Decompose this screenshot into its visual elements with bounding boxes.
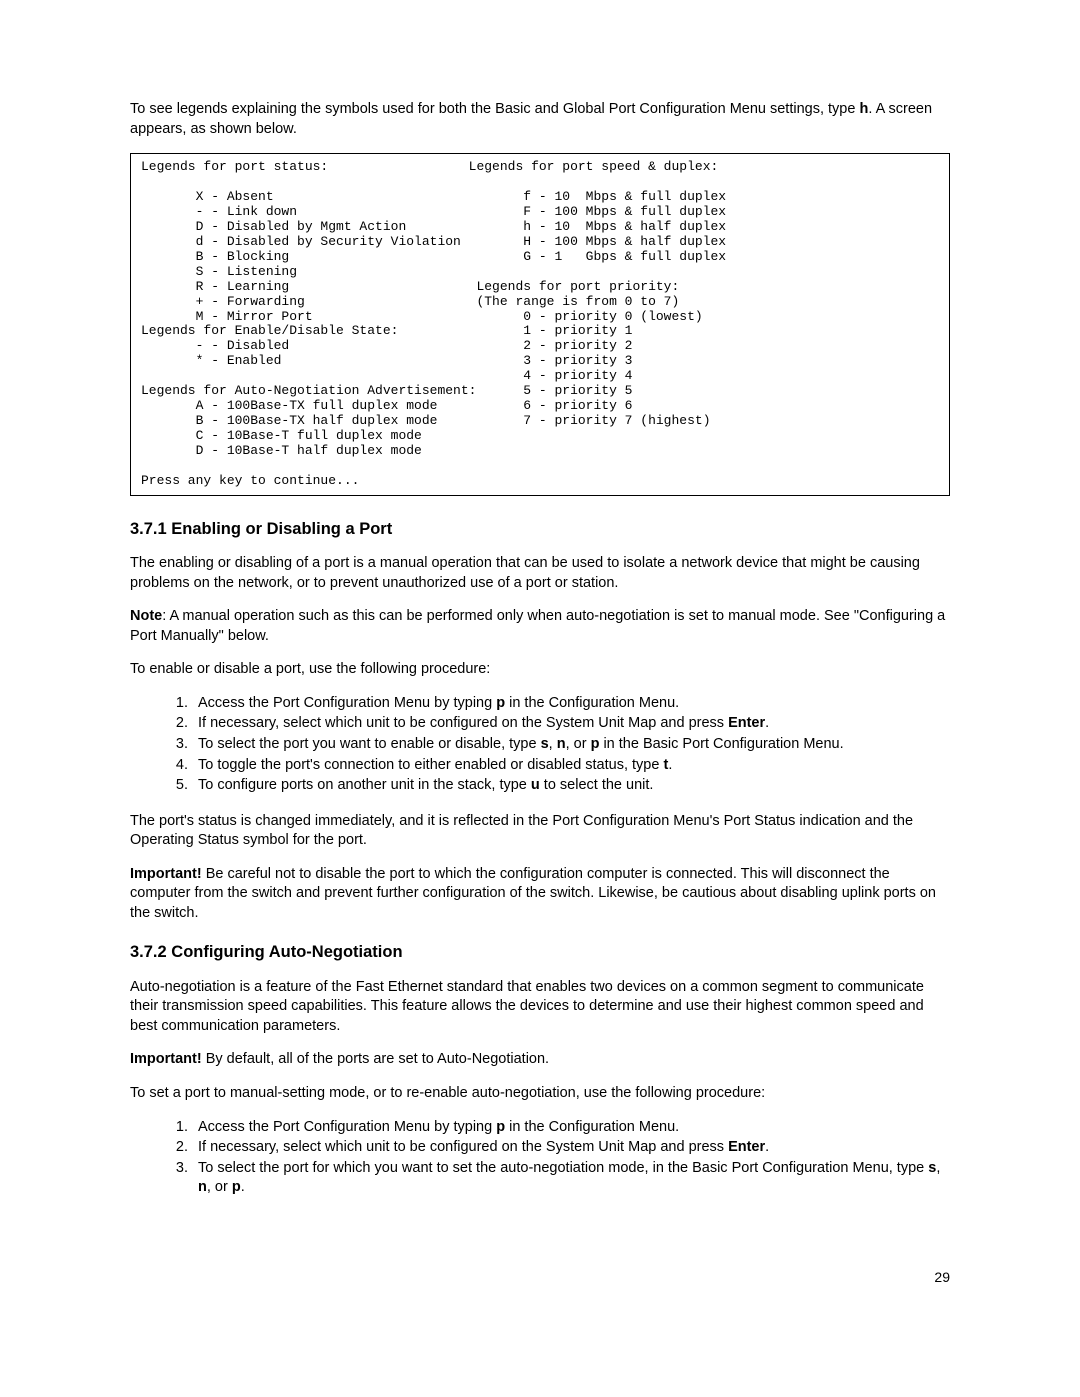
page-number: 29 bbox=[130, 1268, 950, 1287]
text: . bbox=[241, 1179, 245, 1195]
key: p bbox=[496, 1119, 505, 1135]
text: , or bbox=[566, 736, 591, 752]
list-item: If necessary, select which unit to be co… bbox=[192, 1138, 950, 1158]
text: To select the port you want to enable or… bbox=[198, 736, 541, 752]
text: If necessary, select which unit to be co… bbox=[198, 715, 728, 731]
procedure-list: Access the Port Configuration Menu by ty… bbox=[130, 694, 950, 796]
text: to select the unit. bbox=[540, 777, 654, 793]
key: p bbox=[232, 1179, 241, 1195]
body-text: To set a port to manual-setting mode, or… bbox=[130, 1084, 950, 1104]
text: To see legends explaining the symbols us… bbox=[130, 101, 859, 117]
list-item: Access the Port Configuration Menu by ty… bbox=[192, 1118, 950, 1138]
list-item: To toggle the port's connection to eithe… bbox=[192, 756, 950, 776]
list-item: To select the port for which you want to… bbox=[192, 1159, 950, 1198]
body-text: Auto-negotiation is a feature of the Fas… bbox=[130, 978, 950, 1037]
key: Enter bbox=[728, 1139, 765, 1155]
list-item: To select the port you want to enable or… bbox=[192, 735, 950, 755]
important-paragraph: Important! Be careful not to disable the… bbox=[130, 865, 950, 924]
text: By default, all of the ports are set to … bbox=[202, 1051, 549, 1067]
body-text: The enabling or disabling of a port is a… bbox=[130, 554, 950, 593]
text: Be careful not to disable the port to wh… bbox=[130, 866, 936, 921]
text: . bbox=[765, 1139, 769, 1155]
key: u bbox=[531, 777, 540, 793]
key: p bbox=[496, 695, 505, 711]
key-h: h bbox=[859, 101, 868, 117]
text: . bbox=[668, 757, 672, 773]
text: . bbox=[765, 715, 769, 731]
list-item: To configure ports on another unit in th… bbox=[192, 776, 950, 796]
text: in the Configuration Menu. bbox=[505, 695, 679, 711]
text: , or bbox=[207, 1179, 232, 1195]
key: s bbox=[541, 736, 549, 752]
important-paragraph: Important! By default, all of the ports … bbox=[130, 1050, 950, 1070]
list-item: If necessary, select which unit to be co… bbox=[192, 714, 950, 734]
text: in the Basic Port Configuration Menu. bbox=[599, 736, 843, 752]
text: Access the Port Configuration Menu by ty… bbox=[198, 1119, 496, 1135]
note-paragraph: Note: A manual operation such as this ca… bbox=[130, 607, 950, 646]
document-page: To see legends explaining the symbols us… bbox=[0, 0, 1080, 1347]
text: , bbox=[936, 1160, 940, 1176]
intro-paragraph: To see legends explaining the symbols us… bbox=[130, 100, 950, 139]
note-label: Note bbox=[130, 608, 162, 624]
text: : A manual operation such as this can be… bbox=[130, 608, 945, 644]
important-label: Important! bbox=[130, 1051, 202, 1067]
text: To select the port for which you want to… bbox=[198, 1160, 928, 1176]
body-text: The port's status is changed immediately… bbox=[130, 812, 950, 851]
legends-code-block: Legends for port status: Legends for por… bbox=[130, 153, 950, 496]
text: If necessary, select which unit to be co… bbox=[198, 1139, 728, 1155]
key: n bbox=[557, 736, 566, 752]
procedure-list: Access the Port Configuration Menu by ty… bbox=[130, 1118, 950, 1198]
list-item: Access the Port Configuration Menu by ty… bbox=[192, 694, 950, 714]
section-heading-372: 3.7.2 Configuring Auto-Negotiation bbox=[130, 941, 950, 963]
text: To toggle the port's connection to eithe… bbox=[198, 757, 663, 773]
text: Access the Port Configuration Menu by ty… bbox=[198, 695, 496, 711]
text: , bbox=[549, 736, 557, 752]
text: in the Configuration Menu. bbox=[505, 1119, 679, 1135]
text: To configure ports on another unit in th… bbox=[198, 777, 531, 793]
key: Enter bbox=[728, 715, 765, 731]
body-text: To enable or disable a port, use the fol… bbox=[130, 660, 950, 680]
key: n bbox=[198, 1179, 207, 1195]
section-heading-371: 3.7.1 Enabling or Disabling a Port bbox=[130, 518, 950, 540]
important-label: Important! bbox=[130, 866, 202, 882]
